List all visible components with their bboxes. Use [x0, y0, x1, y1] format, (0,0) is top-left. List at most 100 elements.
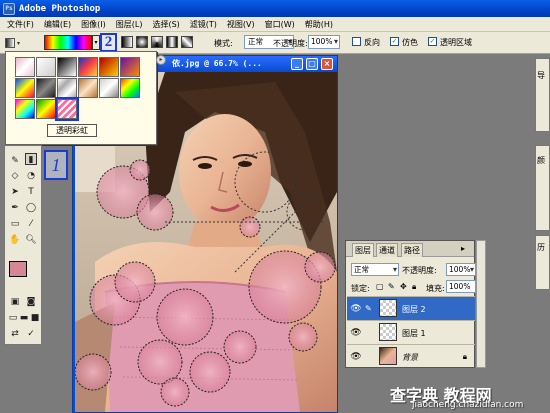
menu-layer[interactable]: 图层(L) — [111, 19, 148, 30]
dither-checkbox[interactable]: ✓ — [390, 37, 399, 46]
zoom-tool-icon[interactable]: 🔍︎ — [25, 234, 37, 246]
standard-mode-icon[interactable]: ▣ — [9, 296, 21, 308]
reflected-gradient-button[interactable] — [166, 36, 178, 48]
tab-channels[interactable]: 通道 — [376, 243, 398, 257]
transparency-checkbox[interactable]: ✓ — [428, 37, 437, 46]
gradient-swatch[interactable] — [44, 35, 92, 50]
type-tool-icon[interactable]: T — [25, 186, 37, 198]
transparent-rainbow-preset[interactable] — [55, 97, 79, 121]
brush-tool-icon[interactable]: ✎ — [9, 155, 21, 167]
mode-label: 模式: — [214, 39, 233, 48]
gradient-dropdown-arrow[interactable]: ▾ — [92, 35, 100, 50]
lock-position-icon[interactable]: ✥ — [400, 282, 407, 291]
layer-name: 图层 1 — [402, 329, 426, 338]
gradient-preset[interactable] — [36, 57, 56, 77]
layer-thumbnail — [379, 299, 397, 317]
panel-menu-arrow-icon[interactable]: ▸ — [461, 244, 465, 253]
eraser-tool-icon[interactable]: ◇ — [9, 170, 21, 182]
tab-layers[interactable]: 图层 — [352, 243, 374, 257]
layers-scrollbar[interactable] — [476, 240, 486, 368]
lock-image-icon[interactable]: ✎ — [388, 282, 395, 291]
layers-panel: 图层 通道 路径 ▸ 正常 不透明度: 100% 锁定: ▢ ✎ ✥ 🔒︎ 填充… — [345, 240, 476, 368]
diamond-gradient-button[interactable] — [181, 36, 193, 48]
foreground-color-swatch[interactable] — [9, 261, 27, 277]
angle-gradient-button[interactable] — [151, 36, 163, 48]
gradient-preset[interactable] — [120, 78, 140, 98]
gradient-tool-icon[interactable]: ▮ — [25, 153, 37, 165]
notes-tool-icon[interactable]: ▭ — [9, 218, 21, 230]
menu-window[interactable]: 窗口(W) — [260, 19, 300, 30]
layer-fill-input[interactable]: 100% — [446, 280, 476, 293]
visibility-eye-icon[interactable]: 👁︎ — [350, 328, 362, 338]
gradient-preset-tooltip: 透明彩虹 — [47, 124, 97, 137]
brush-indicator-icon: ✎ — [365, 304, 372, 313]
gradient-preset[interactable] — [36, 99, 56, 119]
maximize-button[interactable]: □ — [306, 58, 318, 70]
linear-gradient-button[interactable] — [121, 36, 133, 48]
lock-transparency-icon[interactable]: ▢ — [376, 282, 384, 291]
close-button[interactable]: × — [321, 58, 333, 70]
path-select-tool-icon[interactable]: ➤ — [9, 186, 21, 198]
reverse-checkbox[interactable] — [352, 37, 361, 46]
reverse-label: 反向 — [364, 38, 380, 47]
layer-thumbnail — [379, 323, 397, 341]
layers-panel-tabs: 图层 通道 路径 ▸ — [346, 241, 474, 257]
layer-name: 图层 2 — [402, 305, 426, 314]
watermark-url: jiaocheng.chazidian.com — [412, 400, 524, 410]
gradient-preset[interactable] — [99, 78, 119, 98]
tab-paths[interactable]: 路径 — [401, 243, 423, 257]
visibility-eye-icon[interactable]: 👁︎ — [350, 352, 362, 362]
opacity-label: 不透明度: — [273, 39, 308, 48]
pen-tool-icon[interactable]: ✒ — [9, 202, 21, 214]
jump-to-imageready-icon[interactable]: ⇄ — [9, 328, 21, 340]
radial-gradient-button[interactable] — [136, 36, 148, 48]
menu-select[interactable]: 选择(S) — [147, 19, 184, 30]
tool-preset-picker[interactable]: ▾ — [5, 36, 31, 50]
transparency-label: 透明区域 — [440, 38, 472, 47]
menu-view[interactable]: 视图(V) — [222, 19, 260, 30]
menu-help[interactable]: 帮助(H) — [300, 19, 338, 30]
gradient-preset[interactable] — [15, 57, 35, 77]
lock-icon: 🔒︎ — [462, 352, 467, 361]
gradient-preset[interactable] — [78, 57, 98, 77]
imageready-icon[interactable]: ✓ — [25, 328, 37, 340]
gradient-preset[interactable] — [120, 57, 140, 77]
gradient-preset[interactable] — [99, 57, 119, 77]
lock-all-icon[interactable]: 🔒︎ — [412, 282, 416, 292]
app-titlebar: Ps Adobe Photoshop — [0, 0, 550, 17]
annotation-label-2: 2 — [100, 33, 117, 52]
visibility-eye-icon[interactable]: 👁︎ — [350, 304, 362, 314]
gradient-preset[interactable] — [78, 78, 98, 98]
layer-row-2[interactable]: 👁︎ ✎ 图层 2 — [347, 296, 475, 320]
screen-mode-3-icon[interactable]: ■ — [29, 312, 41, 324]
shape-tool-icon[interactable]: ◯ — [25, 202, 37, 214]
color-tab[interactable]: 颜 — [537, 155, 545, 166]
eyedropper-tool-icon[interactable]: ⁄ — [25, 218, 37, 230]
gradient-preset[interactable] — [15, 78, 35, 98]
opacity-input[interactable]: 100% — [308, 35, 340, 49]
menu-file[interactable]: 文件(F) — [2, 19, 39, 30]
picker-menu-arrow-icon[interactable]: ▸ — [156, 55, 166, 65]
navigator-tab[interactable]: 导 — [537, 70, 545, 81]
menu-edit[interactable]: 编辑(E) — [39, 19, 76, 30]
layer-row-1[interactable]: 👁︎ 图层 1 — [347, 320, 475, 344]
layer-blend-mode-select[interactable]: 正常 — [351, 263, 399, 276]
photoshop-app-icon: Ps — [3, 2, 15, 15]
blur-tool-icon[interactable]: ◔ — [25, 170, 37, 182]
layer-opacity-input[interactable]: 100% — [446, 263, 476, 276]
minimize-button[interactable]: _ — [291, 58, 303, 70]
layer-row-background[interactable]: 👁︎ 背景 🔒︎ — [347, 344, 475, 368]
gradient-preset[interactable] — [15, 99, 35, 119]
gradient-preset-grid — [15, 57, 140, 121]
hand-tool-icon[interactable]: ✋ — [9, 234, 21, 246]
layer-opacity-label: 不透明度: — [402, 266, 437, 275]
toolbox: ▮ ✎ ◇ ◔ ➤ T ✒ ◯ ▭ ⁄ ✋ 🔍︎ ▣ ◙ ▭ ▬ ■ ⇄ ✓ — [4, 145, 42, 345]
gradient-preset[interactable] — [36, 78, 56, 98]
gradient-preset[interactable] — [57, 57, 77, 77]
gradient-preset[interactable] — [57, 78, 77, 98]
quick-mask-icon[interactable]: ◙ — [25, 296, 37, 308]
dither-label: 仿色 — [402, 38, 418, 47]
menu-image[interactable]: 图像(I) — [76, 19, 111, 30]
history-tab[interactable]: 历 — [537, 242, 545, 253]
menu-filter[interactable]: 滤镜(T) — [185, 19, 222, 30]
